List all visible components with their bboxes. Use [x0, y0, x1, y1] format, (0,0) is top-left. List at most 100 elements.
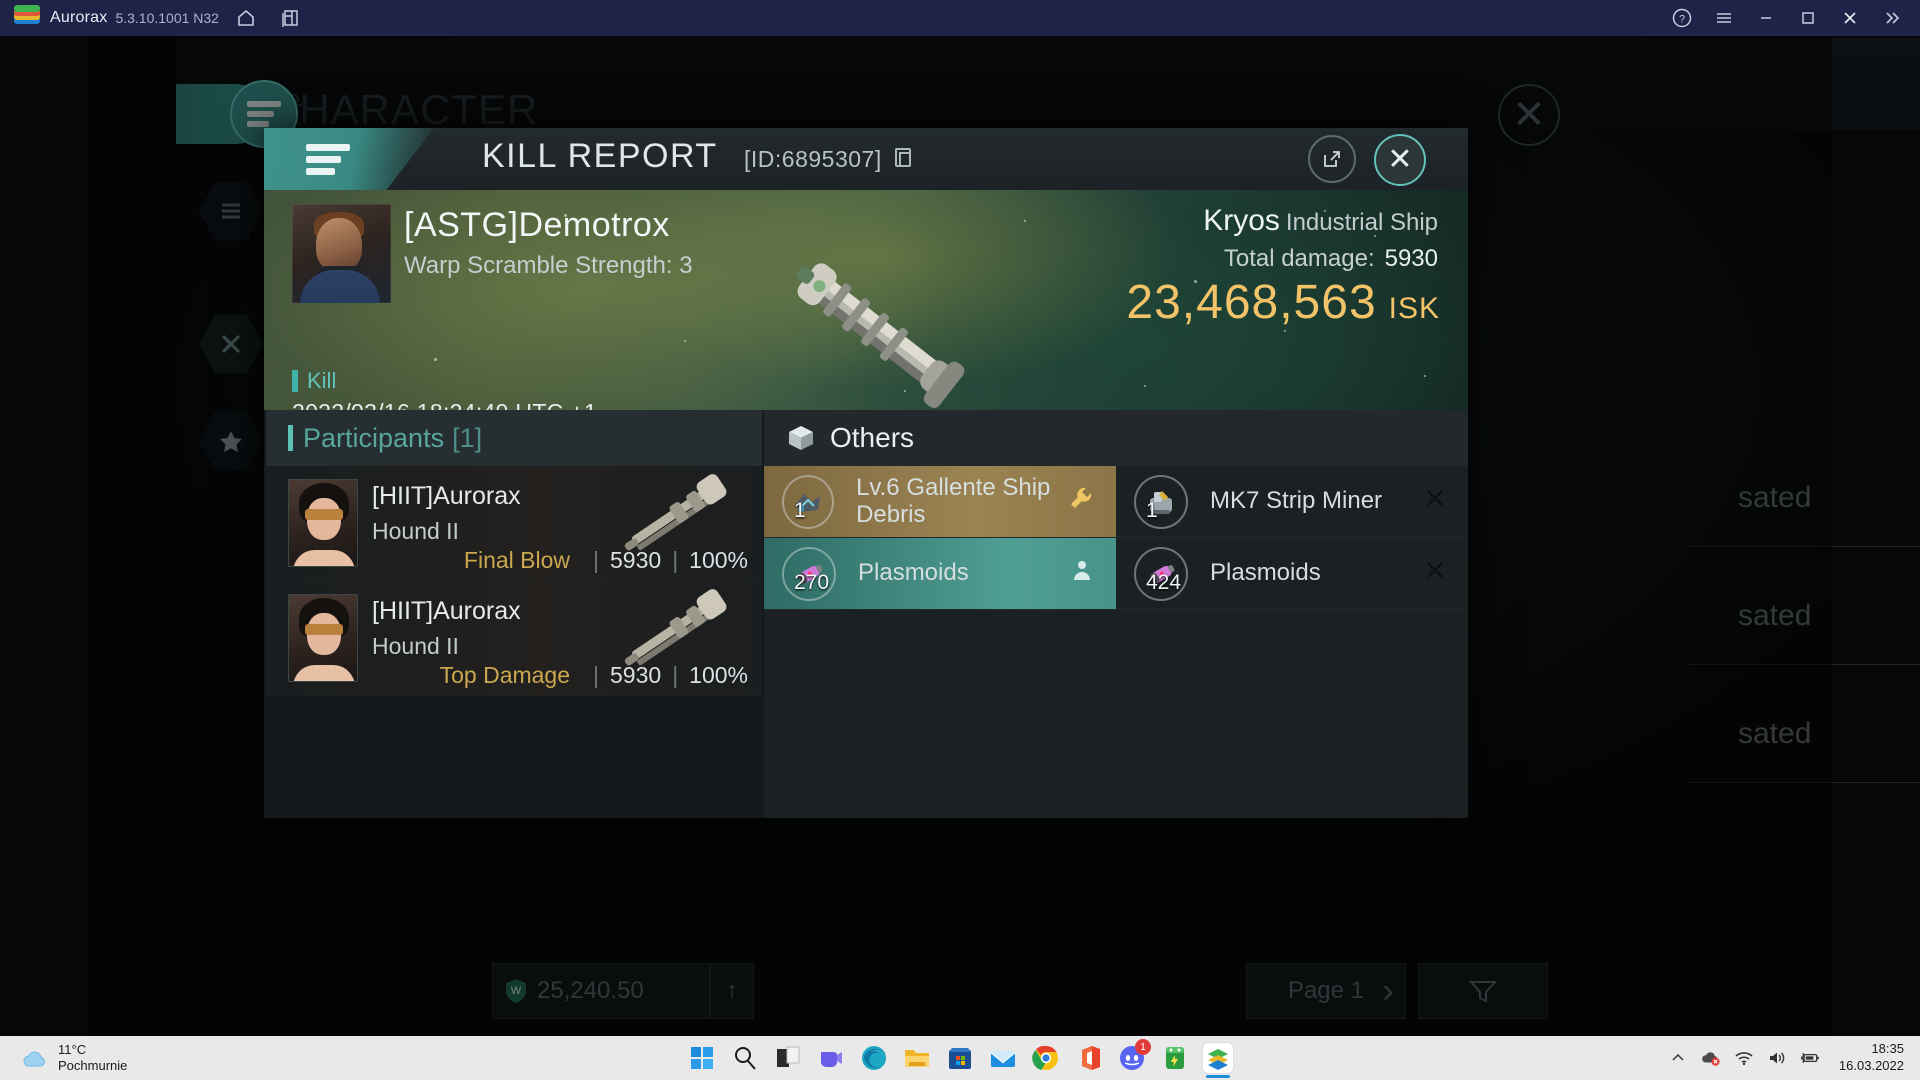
- chevron-up-icon[interactable]: [1668, 1048, 1688, 1068]
- close-icon[interactable]: [1424, 559, 1446, 588]
- item-quantity: 424: [1146, 570, 1182, 594]
- windows-taskbar: 11°C Pochmurnie 1 18:35 16.03.2022: [0, 1036, 1920, 1080]
- kill-tag-label: Kill: [307, 368, 337, 393]
- kill-report-id: [ID:6895307]: [744, 146, 882, 172]
- maximize-icon[interactable]: [1788, 3, 1828, 33]
- multi-instance-icon[interactable]: [273, 3, 307, 33]
- task-view-icon[interactable]: [773, 1043, 803, 1073]
- participants-header: Participants [1]: [266, 410, 762, 466]
- participant-stats: Top Damage | 5930 | 100%: [439, 662, 748, 688]
- chevrons-right-icon[interactable]: [1872, 3, 1912, 33]
- weapon-icon: [612, 474, 742, 556]
- dialog-close-button[interactable]: ✕: [1374, 134, 1426, 186]
- svg-text:?: ?: [1679, 14, 1685, 26]
- item-thumbnail: 1: [782, 474, 835, 529]
- discord-icon[interactable]: 1: [1117, 1039, 1151, 1073]
- participant-tag: Top Damage: [439, 662, 571, 688]
- participant-name: [HIIT]Aurorax: [372, 482, 521, 510]
- others-title: Others: [786, 422, 914, 454]
- participant-stats: Final Blow | 5930 | 100%: [463, 547, 748, 573]
- participant-percent: 100%: [689, 662, 748, 688]
- participants-title: Participants [1]: [288, 423, 482, 454]
- minimize-icon[interactable]: [1746, 3, 1786, 33]
- participant-ship: Hound II: [372, 633, 459, 659]
- cube-icon: [786, 423, 816, 453]
- item-thumbnail: 1: [1134, 474, 1188, 529]
- kill-report-dialog: KILL REPORT [ID:6895307] ✕ [ASTG]Demotro…: [264, 128, 1468, 818]
- item-quantity: 270: [794, 570, 830, 594]
- participant-row[interactable]: [HIIT]Aurorax Hound II: [266, 466, 762, 581]
- close-icon[interactable]: [1830, 3, 1870, 33]
- game-viewport: CHARACTER ✕ sated sated sated W 25,240.5…: [0, 36, 1920, 1036]
- others-label: Others: [830, 422, 915, 453]
- office-icon[interactable]: [1074, 1043, 1104, 1073]
- microsoft-store-icon[interactable]: [945, 1043, 975, 1073]
- winrar-icon[interactable]: [1160, 1043, 1190, 1073]
- chrome-icon[interactable]: [1031, 1043, 1061, 1073]
- item-name: Plasmoids: [1210, 559, 1321, 587]
- dialog-titlebar: KILL REPORT [ID:6895307] ✕: [264, 128, 1468, 190]
- battery-icon[interactable]: [1800, 1048, 1820, 1068]
- app-title: Aurorax: [50, 9, 108, 26]
- item-name: MK7 Strip Miner: [1210, 487, 1383, 515]
- search-icon[interactable]: [730, 1043, 760, 1073]
- item-thumbnail: 270: [782, 546, 836, 601]
- participants-count: [1]: [452, 422, 483, 453]
- game-canvas: CHARACTER ✕ sated sated sated W 25,240.5…: [88, 36, 1920, 1036]
- others-header: Others: [764, 410, 1468, 466]
- edge-icon[interactable]: [859, 1043, 889, 1073]
- victim-name: [ASTG]Demotrox: [404, 206, 670, 244]
- close-icon: ✕: [1387, 143, 1413, 176]
- help-icon[interactable]: ?: [1662, 3, 1702, 33]
- kill-report-hero: [ASTG]Demotrox Warp Scramble Strength: 3…: [264, 190, 1468, 410]
- victim-avatar: [292, 204, 391, 303]
- loot-item-row[interactable]: 424 Plasmoids: [1116, 538, 1468, 610]
- item-quantity: 1: [1146, 498, 1158, 522]
- loot-item-row[interactable]: 1 MK7 Strip Miner: [1116, 466, 1468, 538]
- participant-tag: Final Blow: [463, 547, 571, 573]
- wifi-icon[interactable]: [1734, 1048, 1754, 1068]
- app-version: 5.3.10.1001 N32: [115, 10, 219, 26]
- isk-value: 23,468,563 ISK: [1126, 275, 1440, 330]
- external-link-icon: [1324, 151, 1340, 167]
- loot-item-row[interactable]: 1 Lv.6 Gallente Ship Debris: [764, 466, 1116, 538]
- ship-class: Industrial Ship: [1285, 209, 1438, 236]
- emulator-titlebar: Aurorax 5.3.10.1001 N32 ?: [0, 0, 1920, 36]
- person-icon[interactable]: [1070, 558, 1094, 589]
- home-icon[interactable]: [229, 3, 263, 33]
- others-grid: 1 Lv.6 Gallente Ship Debris 1 MK7 Strip …: [764, 466, 1468, 610]
- item-quantity: 1: [794, 498, 806, 522]
- participant-row[interactable]: [HIIT]Aurorax Hound II: [266, 581, 762, 696]
- dialog-menu-button[interactable]: [306, 142, 350, 176]
- others-panel: Others 1 Lv.6 Gallente Ship Debris 1 MK7…: [764, 410, 1468, 818]
- item-thumbnail: 424: [1134, 546, 1188, 601]
- onedrive-error-icon[interactable]: [1701, 1048, 1721, 1068]
- item-name: Plasmoids: [858, 559, 969, 587]
- mail-icon[interactable]: [988, 1043, 1018, 1073]
- loot-item-row[interactable]: 270 Plasmoids: [764, 538, 1116, 610]
- copy-icon[interactable]: [895, 148, 911, 167]
- isk-amount: 23,468,563: [1126, 276, 1377, 329]
- total-damage-value: 5930: [1384, 245, 1438, 272]
- start-icon[interactable]: [687, 1043, 717, 1073]
- isk-unit: ISK: [1388, 292, 1440, 325]
- weapon-icon: [612, 589, 742, 671]
- titlebar-controls: ?: [1660, 3, 1912, 33]
- participant-ship: Hound II: [372, 518, 459, 544]
- discord-badge: 1: [1135, 1039, 1151, 1055]
- ship-name: Kryos: [1203, 204, 1280, 237]
- menu-icon[interactable]: [1704, 3, 1744, 33]
- participants-panel: Participants [1] [HIIT]Aurorax Hound II: [266, 410, 762, 818]
- kill-report-body: Participants [1] [HIIT]Aurorax Hound II: [264, 410, 1468, 818]
- file-explorer-icon[interactable]: [902, 1043, 932, 1073]
- warp-scramble-strength: Warp Scramble Strength: 3: [404, 252, 693, 279]
- close-icon[interactable]: [1424, 487, 1446, 516]
- avatar: [288, 594, 358, 682]
- share-button[interactable]: [1308, 135, 1356, 183]
- participants-label: Participants: [303, 422, 445, 453]
- wrench-icon[interactable]: [1068, 485, 1094, 518]
- teams-icon[interactable]: [816, 1043, 846, 1073]
- kill-tag: Kill: [292, 368, 336, 394]
- volume-icon[interactable]: [1767, 1048, 1787, 1068]
- bluestacks-icon[interactable]: [1203, 1043, 1233, 1078]
